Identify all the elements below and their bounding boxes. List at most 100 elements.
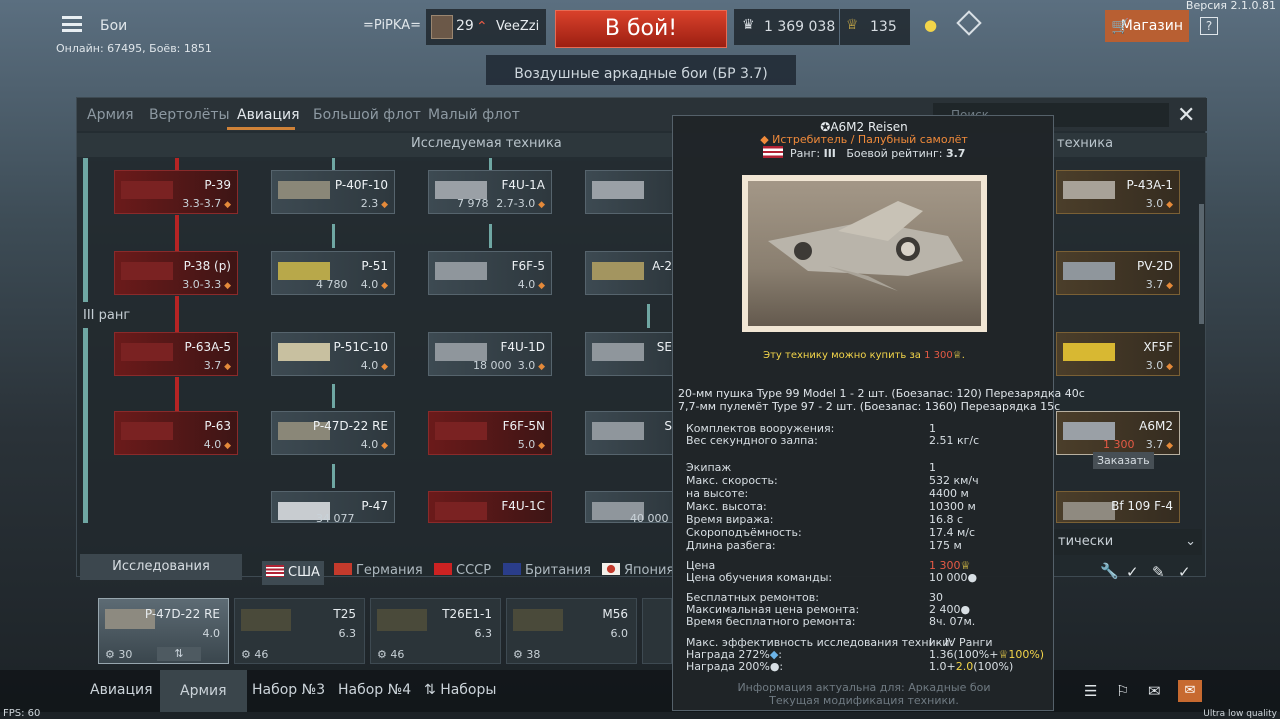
- golden-eagles-box[interactable]: ♕ 135: [840, 9, 910, 45]
- plane-icon: [1063, 262, 1115, 280]
- vehicle-card[interactable]: 7 978 F4U-1A 2.7-3.0: [428, 170, 552, 214]
- stat-value: 4400 м: [929, 487, 969, 500]
- wrench-icon[interactable]: 🔧: [1100, 562, 1119, 580]
- weapon-line: 20-мм пушка Type 99 Model 1 - 2 шт. (Бое…: [678, 387, 1085, 400]
- vehicle-name: F4U-1A: [501, 178, 546, 192]
- profile-box[interactable]: 29 ⌃ VeeZzi: [426, 9, 546, 45]
- presets-button[interactable]: ⇅ Наборы: [424, 682, 496, 698]
- chat-icon[interactable]: ✉: [1148, 682, 1161, 700]
- crew-slot[interactable]: T25 6.3 ⚙ 46: [234, 598, 365, 664]
- nation-britain[interactable]: Британия: [503, 563, 591, 578]
- list-icon[interactable]: ☰: [1084, 682, 1097, 700]
- vehicle-card[interactable]: 4 780 P-51 4.0: [271, 251, 395, 295]
- plane-icon: [435, 262, 487, 280]
- vehicle-card[interactable]: 34 077 P-47: [271, 491, 395, 525]
- crew-slot[interactable]: P-47D-22 RE 4.0 ⚙ 30 ⇅: [98, 598, 229, 664]
- vehicle-card[interactable]: P-51C-10 4.0: [271, 332, 395, 376]
- vehicle-name: S: [664, 419, 672, 433]
- nation-ussr[interactable]: СССР: [434, 563, 491, 578]
- vehicle-card[interactable]: P-63 4.0: [114, 411, 238, 455]
- battle-button[interactable]: В бой!: [555, 10, 727, 48]
- tab-coastal-fleet[interactable]: Малый флот: [428, 107, 520, 123]
- research-cost: 40 000: [630, 512, 669, 525]
- tank-icon: [377, 609, 427, 631]
- plane-icon: [121, 422, 173, 440]
- help-icon[interactable]: ?: [1200, 17, 1218, 35]
- crew-slot[interactable]: T26E1-1 6.3 ⚙ 46: [370, 598, 501, 664]
- vehicle-br: 4.0: [361, 359, 388, 372]
- menu-label[interactable]: Бои: [100, 18, 127, 34]
- close-icon[interactable]: ✕: [1177, 103, 1195, 128]
- preset-3[interactable]: Набор №3: [252, 682, 325, 698]
- premium-vehicle-card[interactable]: XF5F 3.0: [1056, 332, 1180, 376]
- sort-dropdown[interactable]: тически ⌄: [1054, 529, 1202, 555]
- premium-vehicle-card[interactable]: PV-2D 3.7: [1056, 251, 1180, 295]
- lightbulb-icon[interactable]: ●: [924, 16, 937, 34]
- tab-army[interactable]: Армия: [87, 107, 134, 123]
- column-header-premium: техника: [1057, 136, 1114, 151]
- premium-vehicle-card-a6m2[interactable]: 1 300 A6M2 3.7: [1056, 411, 1180, 455]
- nation-usa[interactable]: США: [262, 561, 324, 585]
- nation-germany[interactable]: Германия: [334, 563, 423, 578]
- stat-label: Вес секундного залпа:: [686, 434, 818, 447]
- diamond-icon[interactable]: [956, 10, 982, 36]
- column-header-researched: Исследуемая техника: [411, 136, 562, 151]
- vehicle-card[interactable]: P-63A-5 3.7: [114, 332, 238, 376]
- vehicle-card[interactable]: F6F-5 4.0: [428, 251, 552, 295]
- menu-icon[interactable]: [62, 16, 82, 32]
- mail-icon[interactable]: ✉: [1178, 680, 1202, 702]
- premium-vehicle-card[interactable]: P-43A-1 3.0: [1056, 170, 1180, 214]
- vehicle-name: F4U-1D: [500, 340, 545, 354]
- vehicle-name: Bf 109 F-4: [1111, 499, 1173, 513]
- vehicle-card[interactable]: P-38 (p) 3.0-3.3: [114, 251, 238, 295]
- silver-lions-box[interactable]: ♛ 1 369 038: [734, 9, 839, 45]
- tab-aviation[interactable]: Авиация: [237, 107, 300, 123]
- stat-value: 175 м: [929, 539, 962, 552]
- vehicle-card[interactable]: 18 000 F4U-1D 3.0: [428, 332, 552, 376]
- vehicle-card[interactable]: [585, 170, 673, 214]
- crew-slot[interactable]: [642, 598, 672, 664]
- vehicle-card[interactable]: P-39 3.3-3.7: [114, 170, 238, 214]
- presets-label: Наборы: [440, 682, 497, 698]
- tree-arrow: [489, 224, 492, 248]
- check-icon[interactable]: ✓: [1178, 563, 1191, 581]
- scrollbar[interactable]: [1199, 204, 1204, 324]
- golden-eagles-amount: 135: [870, 19, 897, 35]
- vehicle-card[interactable]: SE: [585, 332, 673, 376]
- stat-label: Скороподъёмность:: [686, 526, 802, 539]
- tab-helicopters[interactable]: Вертолёты: [149, 107, 230, 123]
- stat-label: Длина разбега:: [686, 539, 776, 552]
- crew-slot[interactable]: M56 6.0 ⚙ 38: [506, 598, 637, 664]
- reward-base: (100%): [973, 660, 1014, 673]
- vehicle-card[interactable]: 40 000: [585, 491, 673, 525]
- tab-bluewater-fleet[interactable]: Большой флот: [313, 107, 421, 123]
- vehicle-card[interactable]: P-40F-10 2.3: [271, 170, 395, 214]
- nation-japan[interactable]: Япония: [602, 563, 674, 578]
- vehicle-card[interactable]: F6F-5N 5.0: [428, 411, 552, 455]
- usa-flag-icon: [266, 565, 284, 577]
- plane-icon: [278, 181, 330, 199]
- br-value: 3.7: [945, 147, 966, 160]
- usa-flag-icon: [762, 146, 783, 158]
- game-mode-label[interactable]: Воздушные аркадные бои (БР 3.7): [486, 55, 796, 85]
- swap-icon[interactable]: ⇅: [157, 647, 201, 661]
- shop-button[interactable]: 🛒 Магазин: [1105, 10, 1189, 42]
- plane-icon: [121, 262, 173, 280]
- squad-icon[interactable]: ⚐: [1116, 682, 1129, 700]
- premium-vehicle-card[interactable]: Bf 109 F-4: [1056, 491, 1180, 523]
- vehicle-card[interactable]: A-2: [585, 251, 673, 295]
- plane-icon: [592, 343, 644, 361]
- preset-army[interactable]: Армия: [160, 670, 247, 712]
- check-icon[interactable]: ✓: [1126, 563, 1139, 581]
- vehicle-br: 4.0: [361, 278, 388, 291]
- research-button[interactable]: Исследования: [80, 554, 242, 580]
- vehicle-card[interactable]: F4U-1C: [428, 491, 552, 523]
- vehicle-card[interactable]: P-47D-22 RE 4.0: [271, 411, 395, 455]
- vehicle-card[interactable]: S: [585, 411, 673, 455]
- preset-4[interactable]: Набор №4: [338, 682, 411, 698]
- ammo-icon[interactable]: ✎: [1152, 563, 1165, 581]
- preset-aviation[interactable]: Авиация: [90, 682, 153, 698]
- crew-level: 38: [526, 648, 541, 661]
- nation-label: СССР: [456, 563, 492, 578]
- stat-label: Время бесплатного ремонта:: [686, 615, 856, 628]
